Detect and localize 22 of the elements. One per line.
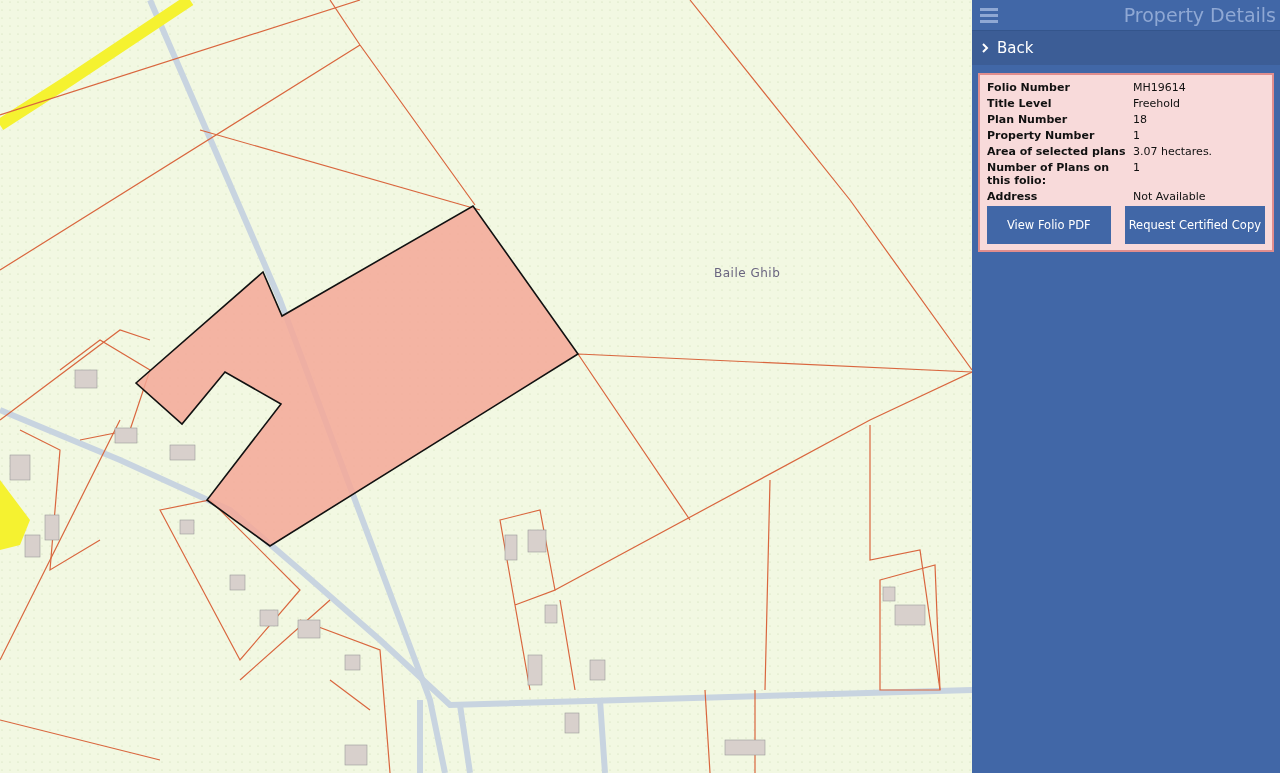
- field-label: Area of selected plans: [987, 145, 1127, 158]
- place-label: Baile Ghib: [714, 266, 781, 280]
- field-value: Freehold: [1133, 97, 1182, 110]
- chevron-icon: [982, 43, 989, 53]
- field-label: Folio Number: [987, 81, 1071, 94]
- field-label: Address: [987, 190, 1039, 203]
- selected-parcel[interactable]: [134, 204, 580, 547]
- field-value: 3.07 hectares.: [1133, 145, 1214, 158]
- action-button[interactable]: Request Certified Copy: [1124, 206, 1265, 244]
- panel-title: Property Details: [1123, 4, 1276, 26]
- back-button[interactable]: Back: [972, 31, 1280, 65]
- field-value: Not Available: [1133, 190, 1207, 203]
- field-value: 1: [1133, 129, 1141, 142]
- field-label: Plan Number: [987, 113, 1069, 126]
- field-value: 1: [1133, 161, 1141, 176]
- menu-icon[interactable]: [980, 7, 998, 23]
- field-value: 18: [1133, 113, 1148, 126]
- field-label: Title Level: [987, 97, 1053, 110]
- field-value: MH19614: [1133, 81, 1187, 94]
- action-button[interactable]: View Folio PDF: [987, 206, 1111, 244]
- field-label: Property Number: [987, 129, 1096, 142]
- field-label: Number of Plans on this folio:: [987, 161, 1111, 187]
